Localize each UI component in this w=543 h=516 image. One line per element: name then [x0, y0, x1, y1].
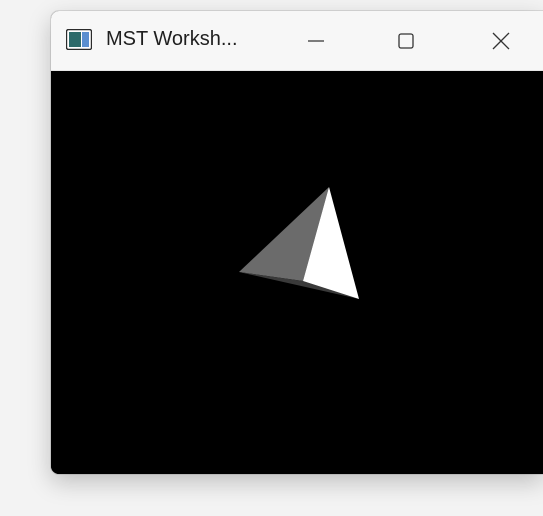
window-title: MST Worksh... [106, 28, 238, 50]
maximize-button[interactable] [376, 11, 436, 70]
close-button[interactable] [471, 11, 531, 70]
desktop: MST Worksh... [0, 0, 543, 516]
app-window: MST Worksh... [51, 11, 543, 474]
maximize-icon [398, 32, 414, 49]
close-icon [492, 32, 510, 49]
minimize-icon [308, 39, 324, 42]
tetrahedron-scene [239, 187, 359, 299]
window-app-icon [65, 28, 93, 51]
title-bar[interactable]: MST Worksh... [51, 11, 543, 71]
minimize-button[interactable] [286, 11, 346, 70]
render-viewport[interactable] [51, 71, 543, 474]
